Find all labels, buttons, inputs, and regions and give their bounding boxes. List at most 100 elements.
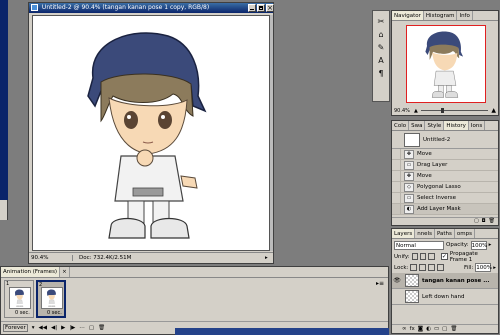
group-icon[interactable]: ▭ (434, 326, 439, 332)
delete-frame-icon[interactable]: 🗑 (98, 325, 105, 331)
history-item[interactable]: ▭ Drag Layer (392, 159, 498, 171)
animation-menu-arrow-icon[interactable]: ▸≡ (376, 280, 384, 287)
layer-style-icon[interactable]: fx (410, 326, 415, 332)
tools-strip-titlebar (0, 0, 8, 200)
layer-row[interactable]: 👁 tangan kanan pose ... (392, 273, 498, 289)
paragraph-icon[interactable]: ¶ (373, 67, 389, 80)
snapshot-label: Untitled-2 (423, 136, 451, 143)
tween-icon[interactable]: ⋯ (79, 325, 85, 331)
propagate-label: Propagate Frame 1 (449, 250, 478, 263)
canvas[interactable] (32, 15, 270, 251)
tab-navigator[interactable]: Navigator (392, 11, 424, 20)
navigator-preview[interactable] (406, 25, 486, 103)
tab-actions[interactable]: Ions (469, 121, 486, 130)
history-snapshot[interactable]: Untitled-2 (392, 131, 498, 149)
animation-close-icon[interactable]: × (60, 267, 70, 277)
snapshot-icon[interactable]: ◘ (482, 218, 486, 225)
selection-icon: ▭ (404, 193, 414, 203)
navigator-zoom-bar: 90.4% ▲ ▲ (392, 106, 498, 115)
layer-mask-icon[interactable]: ◙ (418, 326, 423, 332)
history-item[interactable]: ✥ Move (392, 148, 498, 160)
brush-tool-icon[interactable]: ✎ (373, 41, 389, 54)
text-tool-icon[interactable]: A (373, 54, 389, 67)
adjustment-layer-icon[interactable]: ◐ (426, 326, 431, 332)
tab-histogram[interactable]: Histogram (424, 11, 458, 20)
zoom-out-icon[interactable]: ▲ (414, 108, 418, 114)
new-layer-icon[interactable]: ▢ (442, 326, 447, 332)
unify-style-icon[interactable] (428, 253, 435, 260)
layer-name: tangan kanan pose ... (422, 277, 490, 284)
history-panel: Colo Swa Style History Ions Untitled-2 ✥… (391, 120, 499, 226)
delete-layer-icon[interactable]: 🗑 (450, 326, 457, 332)
tab-history[interactable]: History (444, 121, 469, 130)
frame-delay[interactable]: 0 sec. (15, 310, 30, 316)
tab-info[interactable]: Info (457, 11, 473, 20)
new-document-icon[interactable]: ▢ (474, 218, 479, 225)
tab-swatches[interactable]: Swa (409, 121, 426, 130)
photoshop-icon (31, 4, 38, 11)
close-button[interactable]: × (266, 4, 274, 12)
tab-color[interactable]: Colo (392, 121, 410, 130)
zoom-slider[interactable] (420, 108, 489, 113)
navigator-zoom-value[interactable]: 90.4% (392, 108, 414, 114)
history-item[interactable]: ◐ Add Layer Mask (392, 203, 498, 215)
animation-frame[interactable]: 1 0 sec. (4, 280, 34, 318)
tab-animation-frames[interactable]: Animation (Frames) (1, 267, 61, 277)
tab-comps[interactable]: omps (455, 229, 475, 238)
duplicate-frame-icon[interactable]: ▢ (89, 325, 94, 331)
mask-icon: ◐ (404, 204, 414, 214)
unify-position-icon[interactable] (411, 253, 419, 260)
layers-blend-row: Normal Opacity: 100% ▸ (392, 239, 498, 251)
tool-preset-icon[interactable]: ✂ (373, 15, 389, 28)
lock-image-icon[interactable] (419, 264, 427, 271)
layers-lock-row: Lock: Fill: 100% ▸ (392, 262, 498, 273)
animation-frame[interactable]: 2 0 sec. (36, 280, 66, 318)
tab-layers[interactable]: Layers (392, 229, 416, 238)
maximize-button[interactable] (257, 4, 265, 12)
blend-mode-select[interactable]: Normal (394, 240, 444, 250)
layer-name: Left down hand (422, 293, 465, 300)
history-footer: ▢ ◘ 🗑 (392, 217, 498, 225)
stamp-tool-icon[interactable]: ⌂ (373, 28, 389, 41)
lock-transparency-icon[interactable] (410, 264, 418, 271)
tab-paths[interactable]: Paths (435, 229, 455, 238)
lock-all-icon[interactable] (437, 264, 445, 271)
link-layers-icon[interactable]: ∞ (402, 326, 407, 332)
tab-styles[interactable]: Style (425, 121, 445, 130)
document-window: Untitled-2 @ 90.4% (tangan kanan pose 1 … (28, 2, 274, 264)
zoom-in-icon[interactable]: ▲ (491, 107, 498, 114)
minimize-button[interactable] (248, 4, 256, 12)
loop-arrow-icon[interactable]: ▾ (32, 325, 35, 331)
history-tabs: Colo Swa Style History Ions (392, 121, 498, 131)
fill-arrow-icon[interactable]: ▸ (493, 265, 496, 271)
layer-row[interactable]: Left down hand (392, 289, 498, 305)
move-icon: ✥ (404, 171, 414, 181)
opacity-arrow-icon[interactable]: ▸ (489, 242, 492, 248)
opacity-label: Opacity: (446, 242, 469, 248)
frame-delay[interactable]: 0 sec. (47, 310, 62, 316)
history-item[interactable]: ▭ Select Inverse (392, 192, 498, 204)
history-item[interactable]: ✥ Move (392, 170, 498, 182)
first-frame-icon[interactable]: ◀◀ (39, 325, 47, 331)
previous-frame-icon[interactable]: ◀| (51, 325, 57, 331)
doc-info: Doc: 732.4K/2.51M (79, 255, 132, 261)
tab-channels[interactable]: nnels (415, 229, 435, 238)
layers-footer: ∞ fx ◙ ◐ ▭ ▢ 🗑 (392, 324, 498, 333)
play-icon[interactable]: ▶ (61, 325, 65, 331)
canvas-vertical-scrollbar[interactable] (270, 15, 273, 251)
status-menu-arrow-icon[interactable]: ▸ (265, 255, 273, 261)
trash-icon[interactable]: 🗑 (489, 218, 495, 225)
lock-position-icon[interactable] (428, 264, 436, 271)
animation-tabs: Animation (Frames) × (1, 267, 388, 278)
zoom-level[interactable]: 90.4% (29, 255, 73, 261)
unify-visibility-icon[interactable] (420, 253, 427, 260)
visibility-eye-icon[interactable]: 👁 (392, 277, 402, 284)
history-item[interactable]: ◇ Polygonal Lasso (392, 181, 498, 193)
document-titlebar[interactable]: Untitled-2 @ 90.4% (tangan kanan pose 1 … (29, 3, 273, 13)
loop-select[interactable]: Forever (3, 323, 28, 332)
fill-value[interactable]: 100% (475, 263, 492, 272)
opacity-value[interactable]: 100% (470, 240, 487, 250)
propagate-checkbox[interactable]: ✓ (440, 253, 448, 260)
frame-thumbnail (41, 287, 63, 309)
next-frame-icon[interactable]: |▶ (69, 325, 75, 331)
